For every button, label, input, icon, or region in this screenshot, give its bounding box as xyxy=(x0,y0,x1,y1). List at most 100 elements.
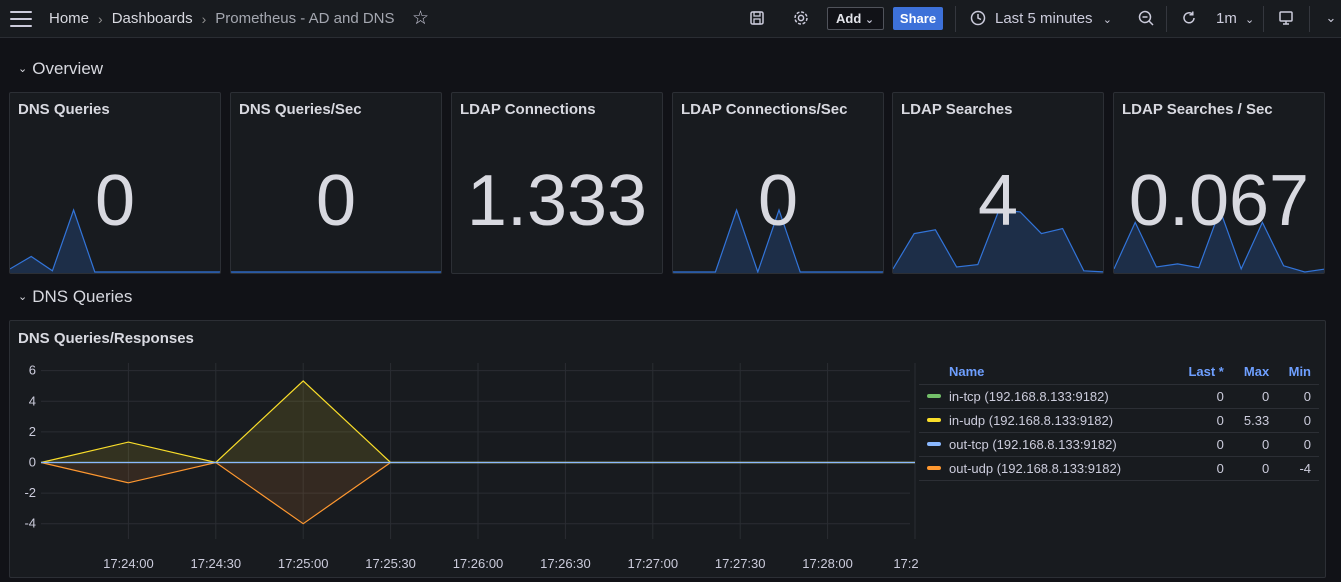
x-tick-label: 17:25:00 xyxy=(278,556,329,571)
refresh-interval-picker[interactable]: 1m ⌄ xyxy=(1216,10,1254,27)
zoom-out-icon[interactable] xyxy=(1137,9,1155,27)
legend-color-swatch xyxy=(927,465,941,470)
divider xyxy=(1166,6,1167,32)
breadcrumb: Home › Dashboards › Prometheus - AD and … xyxy=(49,10,395,27)
stat-panel[interactable]: LDAP Connections/Sec 0 xyxy=(672,92,884,274)
stat-panel[interactable]: LDAP Connections 1.333 xyxy=(451,92,663,274)
breadcrumb-dashboards[interactable]: Dashboards xyxy=(112,10,193,27)
chevron-down-icon: ⌄ xyxy=(18,291,28,303)
y-tick-label: 6 xyxy=(29,363,36,378)
row-overview[interactable]: ⌄ Overview xyxy=(18,59,103,79)
menu-icon[interactable] xyxy=(10,11,32,27)
x-tick-label: 17:24:00 xyxy=(103,556,154,571)
chevron-down-icon: ⌄ xyxy=(864,14,875,26)
panel-title: LDAP Searches xyxy=(901,101,1013,118)
legend-min-value: 0 xyxy=(1277,432,1319,457)
panel-title: DNS Queries/Responses xyxy=(18,330,194,347)
divider xyxy=(1309,6,1310,32)
legend-series[interactable]: in-udp (192.168.8.133:9182) xyxy=(919,408,1175,433)
legend-row[interactable]: out-udp (192.168.8.133:9182) 0 0 -4 xyxy=(919,456,1319,481)
stat-panel[interactable]: DNS Queries 0 xyxy=(9,92,221,274)
row-title: Overview xyxy=(32,59,104,78)
legend-max-value: 5.33 xyxy=(1231,408,1278,433)
stat-value: 1.333 xyxy=(466,161,648,241)
legend-series[interactable]: out-udp (192.168.8.133:9182) xyxy=(919,456,1175,481)
legend-min-value: 0 xyxy=(1277,384,1319,409)
legend-header-max[interactable]: Max xyxy=(1231,361,1278,385)
legend-series[interactable]: in-tcp (192.168.8.133:9182) xyxy=(919,384,1175,409)
legend-row[interactable]: out-tcp (192.168.8.133:9182) 0 0 0 xyxy=(919,432,1319,457)
time-range-label: Last 5 minutes xyxy=(995,10,1093,27)
y-tick-label: 4 xyxy=(29,393,36,408)
stat-value: 4 xyxy=(977,161,1019,241)
legend-series-name: out-tcp (192.168.8.133:9182) xyxy=(949,436,1117,452)
legend-series-name: out-udp (192.168.8.133:9182) xyxy=(949,460,1122,476)
x-tick-label: 17:25:30 xyxy=(365,556,416,571)
legend-header-min[interactable]: Min xyxy=(1277,361,1319,385)
top-navbar: Home › Dashboards › Prometheus - AD and … xyxy=(0,0,1341,38)
y-tick-label: -4 xyxy=(24,516,36,531)
chevron-down-icon: ⌄ xyxy=(18,63,28,75)
legend-color-swatch xyxy=(927,417,941,422)
legend-last-value: 0 xyxy=(1174,456,1232,481)
timeseries-chart[interactable]: 6 4 2 0 -2 -4 17:24:00 17:24:30 17:25:00 17:25:30… xyxy=(10,361,919,576)
stat-panel[interactable]: DNS Queries/Sec 0 xyxy=(230,92,442,274)
clock-icon xyxy=(969,9,987,27)
legend-header-name[interactable]: Name xyxy=(919,361,1175,385)
legend-series-name: in-udp (192.168.8.133:9182) xyxy=(949,412,1114,428)
share-button[interactable]: Share xyxy=(893,7,943,30)
x-tick-label: 17:27:30 xyxy=(715,556,766,571)
stat-panel[interactable]: LDAP Searches / Sec 0.067 xyxy=(1113,92,1325,274)
row-dns-queries[interactable]: ⌄ DNS Queries xyxy=(18,287,132,307)
tv-mode-icon[interactable] xyxy=(1277,9,1295,27)
legend-max-value: 0 xyxy=(1231,456,1278,481)
chevron-down-icon: ⌄ xyxy=(1102,14,1112,26)
save-icon[interactable] xyxy=(748,9,766,27)
legend-color-swatch xyxy=(927,441,941,446)
breadcrumb-home[interactable]: Home xyxy=(49,10,89,27)
legend-row[interactable]: in-tcp (192.168.8.133:9182) 0 0 0 xyxy=(919,384,1319,409)
legend-color-swatch xyxy=(927,393,941,398)
chevron-down-icon[interactable]: ⌄ xyxy=(1322,9,1340,27)
panel-title: LDAP Connections xyxy=(460,101,596,118)
time-range-picker[interactable]: Last 5 minutes ⌄ xyxy=(995,10,1112,27)
x-tick-label: 17:26:00 xyxy=(453,556,504,571)
add-button[interactable]: Add ⌄ xyxy=(827,7,884,30)
x-tick-label: 17:28:00 xyxy=(802,556,853,571)
panel-title: DNS Queries/Sec xyxy=(239,101,362,118)
x-tick-label: 17:27:00 xyxy=(627,556,678,571)
legend-max-value: 0 xyxy=(1231,432,1278,457)
legend-table: Name Last * Max Min in-tcp (192.168.8.13… xyxy=(919,361,1319,481)
x-tick-label: 17:28:3 xyxy=(893,556,919,571)
add-button-label: Add xyxy=(836,11,862,26)
refresh-interval-label: 1m xyxy=(1216,10,1237,27)
breadcrumb-current-dashboard: Prometheus - AD and DNS xyxy=(215,10,395,27)
chevron-right-icon: › xyxy=(98,10,103,27)
y-tick-label: 0 xyxy=(29,454,36,469)
dns-queries-responses-panel[interactable]: DNS Queries/Responses 6 4 2 0 -2 -4 17:24:00 17… xyxy=(9,320,1326,578)
legend-series[interactable]: out-tcp (192.168.8.133:9182) xyxy=(919,432,1175,457)
gear-icon[interactable] xyxy=(792,9,810,27)
legend-last-value: 0 xyxy=(1174,432,1232,457)
stat-value: 0 xyxy=(94,161,136,241)
legend-last-value: 0 xyxy=(1174,408,1232,433)
divider xyxy=(1263,6,1264,32)
stat-panel[interactable]: LDAP Searches 4 xyxy=(892,92,1104,274)
legend-header-last[interactable]: Last * xyxy=(1174,361,1232,385)
chevron-right-icon: › xyxy=(201,10,207,27)
stat-value: 0 xyxy=(757,161,799,241)
panel-title: LDAP Searches / Sec xyxy=(1122,101,1273,118)
legend-row[interactable]: in-udp (192.168.8.133:9182) 0 5.33 0 xyxy=(919,408,1319,433)
legend-min-value: -4 xyxy=(1277,456,1319,481)
star-icon[interactable]: ☆ xyxy=(412,7,429,30)
x-tick-label: 17:24:30 xyxy=(190,556,241,571)
divider xyxy=(955,6,956,32)
legend-max-value: 0 xyxy=(1231,384,1278,409)
refresh-icon[interactable] xyxy=(1180,9,1198,27)
x-tick-label: 17:26:30 xyxy=(540,556,591,571)
legend-min-value: 0 xyxy=(1277,408,1319,433)
panel-title: DNS Queries xyxy=(18,101,110,118)
chevron-down-icon: ⌄ xyxy=(1245,14,1255,26)
y-tick-label: 2 xyxy=(29,424,36,439)
panel-title: LDAP Connections/Sec xyxy=(681,101,848,118)
